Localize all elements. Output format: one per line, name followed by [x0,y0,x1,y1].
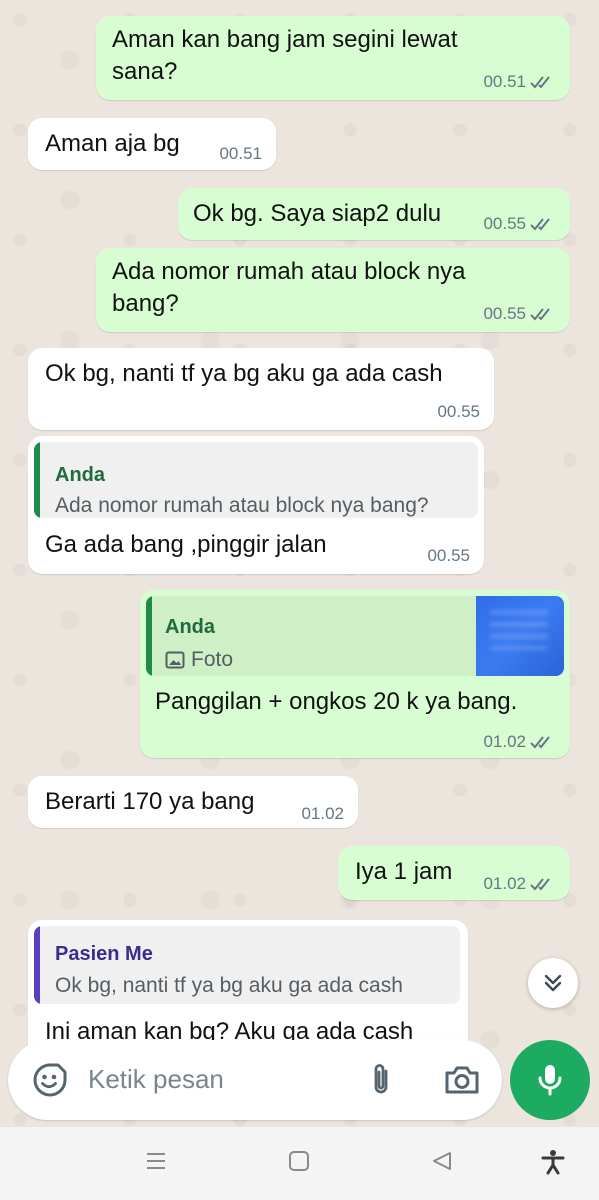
double-check-icon [530,878,550,891]
double-chevron-down-icon [544,974,562,992]
quote-text: Ada nomor rumah atau block nya bang? [55,494,429,517]
message-outgoing[interactable]: Aman kan bang jam segini lewat sana? 00.… [96,16,570,100]
message-time: 01.02 [301,804,344,823]
message-outgoing[interactable]: Iya 1 jam 01.02 [338,846,570,900]
double-check-icon [530,308,550,321]
quoted-message[interactable]: Pasien Me Ok bg, nanti tf ya bg aku ga a… [34,926,460,1004]
message-text: Aman aja bg [45,130,180,157]
quote-text-with-icon: Foto [165,644,233,676]
message-composer[interactable]: Ketik pesan [8,1040,502,1120]
quoted-message[interactable]: Anda Ada nomor rumah atau block nya bang… [34,442,478,518]
quote-accent-bar [146,596,152,676]
chat-area[interactable]: Aman kan bang jam segini lewat sana? 00.… [0,0,599,1127]
quote-text: Foto [191,648,234,671]
message-time: 00.51 [483,72,526,91]
voice-record-button[interactable] [510,1040,590,1120]
message-meta: 00.55 [483,304,556,324]
quote-text: Ok bg, nanti tf ya bg aku ga ada cash [55,974,403,997]
message-time: 00.55 [483,214,526,233]
paperclip-icon[interactable] [366,1062,396,1098]
message-time: 00.55 [437,402,480,421]
message-incoming-reply[interactable]: Anda Ada nomor rumah atau block nya bang… [28,436,484,574]
home-square-icon[interactable] [287,1149,311,1173]
message-meta: 00.51 [219,144,262,164]
message-time: 00.55 [483,304,526,323]
image-icon [165,651,185,669]
menu-icon[interactable] [144,1149,168,1173]
message-outgoing-reply[interactable]: Anda Foto Panggilan + ongkos 20 k ya ban… [140,590,570,758]
message-text: Ga ada bang ,pinggir jalan [45,531,327,558]
message-text: Aman kan bang jam segini lewat sana? [112,26,458,85]
message-incoming[interactable]: Ok bg, nanti tf ya bg aku ga ada cash 00… [28,348,494,430]
emoji-icon[interactable] [32,1062,68,1098]
accessibility-icon[interactable] [540,1149,566,1175]
quote-author: Anda [55,464,105,486]
message-time: 00.51 [219,144,262,163]
quote-author: Pasien Me [55,943,153,965]
message-incoming[interactable]: Aman aja bg 00.51 [28,118,276,170]
message-text: Berarti 170 ya bang [45,788,255,815]
message-text: Iya 1 jam [355,858,453,885]
message-meta: 00.51 [483,72,556,92]
double-check-icon [530,218,550,231]
message-meta: 01.02 [483,732,556,752]
message-time: 01.02 [483,732,526,751]
message-meta: 00.55 [427,546,470,566]
message-text: Ok bg. Saya siap2 dulu [193,200,442,227]
quote-accent-bar [34,926,40,1004]
message-time: 00.55 [427,546,470,565]
message-time: 01.02 [483,874,526,893]
message-incoming[interactable]: Berarti 170 ya bang 01.02 [28,776,358,828]
message-text: Ada nomor rumah atau block nya bang? [112,258,466,317]
message-meta: 01.02 [483,874,556,894]
message-meta: 01.02 [301,804,344,824]
microphone-icon [538,1065,562,1096]
message-text: Panggilan + ongkos 20 k ya bang. [155,688,518,715]
message-meta: 00.55 [483,214,556,234]
photo-thumbnail[interactable] [476,596,564,676]
scroll-to-bottom-button[interactable] [528,958,578,1008]
double-check-icon [530,736,550,749]
quoted-message[interactable]: Anda Foto [146,596,564,676]
message-text: Ok bg, nanti tf ya bg aku ga ada cash [45,360,443,387]
message-meta: 00.55 [437,402,480,422]
quote-author: Anda [165,616,215,638]
message-input[interactable]: Ketik pesan [88,1064,224,1095]
system-nav-bar [0,1127,599,1200]
camera-icon[interactable] [444,1064,480,1096]
double-check-icon [530,76,550,89]
message-outgoing[interactable]: Ada nomor rumah atau block nya bang? 00.… [96,248,570,332]
message-outgoing[interactable]: Ok bg. Saya siap2 dulu 00.55 [178,188,570,240]
back-triangle-icon[interactable] [430,1149,454,1173]
quote-accent-bar [34,442,40,518]
